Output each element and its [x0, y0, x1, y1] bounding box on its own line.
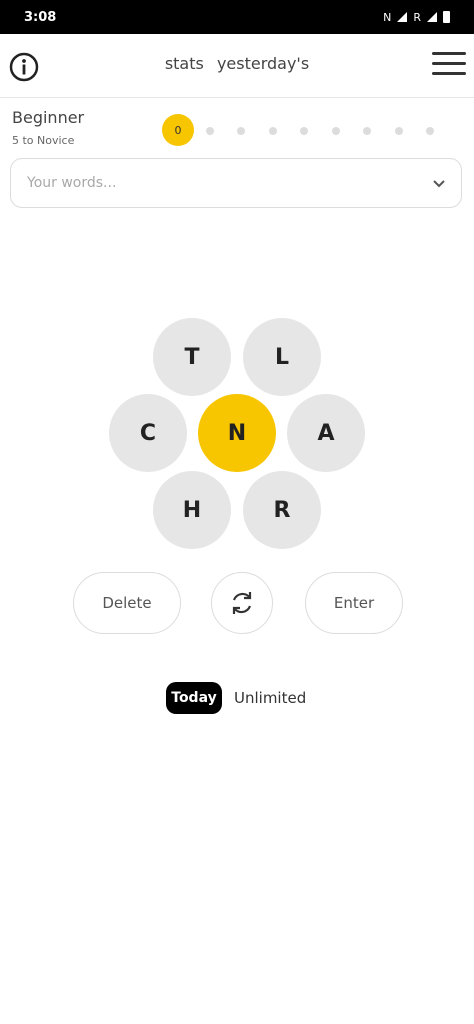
rank-row: Beginner 5 to Novice 0 — [0, 104, 474, 154]
yesterdays-link[interactable]: yesterday's — [217, 54, 309, 73]
hive-cell-outer-6[interactable]: R — [243, 471, 321, 549]
rank-progress-dot — [363, 127, 371, 135]
shuffle-icon — [232, 592, 252, 614]
rank-progress-dot — [237, 127, 245, 135]
status-icons: N R — [383, 11, 450, 24]
hive-cell-center[interactable]: N — [198, 394, 276, 472]
top-bar: stats yesterday's — [0, 34, 474, 98]
hive-cell-outer-1[interactable]: T — [153, 318, 231, 396]
rank-progress-dot — [394, 127, 403, 135]
rank-name: Beginner — [12, 108, 85, 127]
hamburger-menu-icon[interactable] — [432, 52, 466, 78]
rank-progress-dot — [268, 127, 277, 135]
status-indicator-r: R — [413, 10, 421, 24]
rank-progress-dot — [331, 127, 340, 135]
chevron-down-icon[interactable] — [431, 175, 447, 191]
found-words-dropdown[interactable]: Your words... — [10, 158, 462, 208]
nav-links: stats yesterday's — [0, 54, 474, 73]
signal-icon — [397, 12, 408, 22]
hive-cell-outer-4[interactable]: A — [287, 394, 365, 472]
rank-progress-bar[interactable]: 0 — [162, 114, 434, 146]
rank-progress-dot — [205, 127, 214, 135]
rank-progress-dot — [300, 127, 308, 135]
mode-unlimited-button[interactable]: Unlimited — [234, 689, 306, 707]
hive-cell-outer-5[interactable]: H — [153, 471, 231, 549]
status-indicator-n: N — [383, 10, 392, 24]
rank-progress-dot — [426, 127, 434, 135]
mode-today-button[interactable]: Today — [166, 682, 222, 714]
found-words-placeholder: Your words... — [27, 175, 117, 191]
enter-button[interactable]: Enter — [305, 572, 403, 634]
stats-link[interactable]: stats — [165, 54, 204, 73]
wifi-icon — [427, 12, 437, 22]
mode-toggle: Today Unlimited — [0, 680, 474, 716]
status-bar: 3:08 N R — [0, 0, 474, 34]
rank-next-hint: 5 to Novice — [12, 134, 75, 147]
hive-cell-outer-3[interactable]: C — [109, 394, 187, 472]
delete-button[interactable]: Delete — [73, 572, 181, 634]
hive-cell-outer-2[interactable]: L — [243, 318, 321, 396]
rank-progress-current: 0 — [162, 114, 194, 146]
shuffle-button[interactable] — [211, 572, 273, 634]
status-time: 3:08 — [24, 9, 57, 25]
battery-icon — [443, 11, 450, 23]
